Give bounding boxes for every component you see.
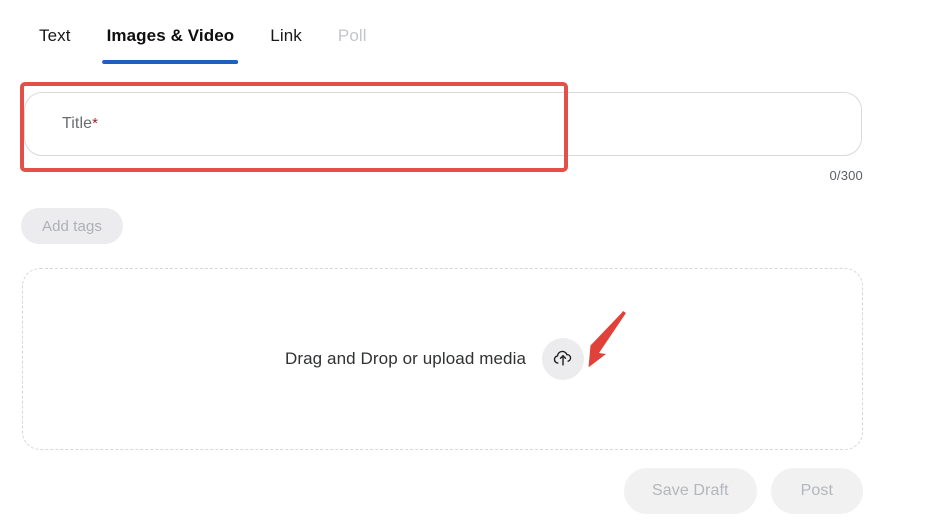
tab-poll-label: Poll xyxy=(337,26,367,45)
tab-link[interactable]: Link xyxy=(252,18,320,48)
tab-link-label: Link xyxy=(270,26,302,45)
composer-tab-bar: Text Images & Video Link Poll xyxy=(22,18,385,64)
title-field-wrapper: Title* xyxy=(24,92,862,156)
tab-images-and-video[interactable]: Images & Video xyxy=(89,18,253,64)
add-tags-label: Add tags xyxy=(42,217,103,235)
tab-poll: Poll xyxy=(320,18,385,48)
dropzone-label: Drag and Drop or upload media xyxy=(284,349,527,368)
active-tab-indicator xyxy=(102,60,239,64)
post-label: Post xyxy=(800,482,833,499)
post-composer: Text Images & Video Link Poll Title* 0/3… xyxy=(0,0,945,523)
title-char-counter: 0/300 xyxy=(829,168,863,183)
save-draft-button: Save Draft xyxy=(623,468,757,514)
tab-images-and-video-label: Images & Video xyxy=(106,26,235,45)
tab-text-label: Text xyxy=(39,26,71,45)
add-tags-button: Add tags xyxy=(21,208,124,244)
post-button: Post xyxy=(770,468,863,514)
tab-text[interactable]: Text xyxy=(22,18,89,48)
save-draft-label: Save Draft xyxy=(651,482,729,499)
cloud-upload-icon xyxy=(552,347,574,372)
upload-media-button[interactable] xyxy=(542,338,585,380)
media-dropzone[interactable]: Drag and Drop or upload media xyxy=(22,268,863,450)
dropzone-content: Drag and Drop or upload media xyxy=(284,338,585,380)
title-input[interactable] xyxy=(24,92,862,156)
composer-footer: Save Draft Post xyxy=(623,468,863,514)
